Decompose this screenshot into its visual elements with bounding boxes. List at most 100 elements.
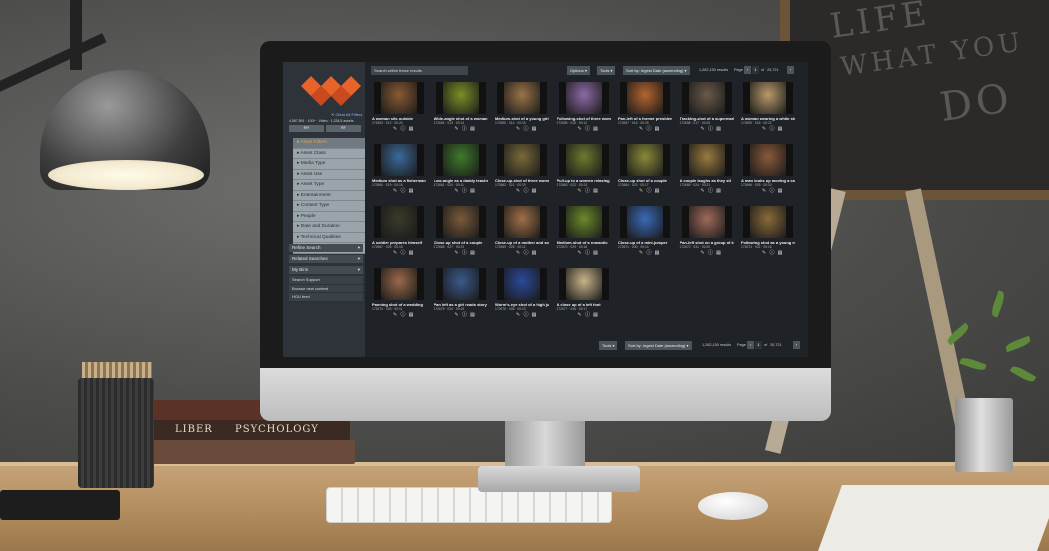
media-tile[interactable]: Medium-shot of a young girl 172655 · 014 … [495,82,549,134]
info-icon[interactable]: ⓘ [400,126,406,132]
media-tile[interactable]: Close-up of a mini-jumper 172671 · 030 · … [618,206,672,258]
film-icon[interactable]: ▤ [408,250,414,256]
info-icon[interactable]: ⓘ [769,188,775,194]
info-icon[interactable]: ⓘ [523,126,529,132]
video-thumbnail[interactable] [435,268,486,300]
search-input[interactable]: Search within these results [371,66,468,75]
film-icon[interactable]: ▤ [716,126,722,132]
info-icon[interactable]: ⓘ [646,126,652,132]
video-thumbnail[interactable] [497,206,547,238]
media-tile[interactable]: Close-up of a mother and son 172669 · 028… [495,206,549,258]
media-tile[interactable]: Pan left as a girl reads story 172675 · 0… [434,268,488,320]
video-thumbnail[interactable] [497,144,547,176]
my-bins-header[interactable]: My Bins ▾ [289,266,363,274]
options-dropdown[interactable]: Options ▾ [567,66,590,75]
filter-item[interactable]: Date and Duration [293,222,365,233]
prev-page-button-bottom[interactable]: ‹ [747,341,754,349]
filter-item[interactable]: Asset Type [293,180,365,191]
info-icon[interactable]: ⓘ [646,250,652,256]
video-thumbnail[interactable] [558,206,609,238]
film-icon[interactable]: ▤ [408,312,414,318]
tools-icon[interactable]: ✎ [515,126,521,132]
tools-icon[interactable]: ✎ [700,188,706,194]
video-thumbnail[interactable] [681,206,732,238]
media-tile[interactable]: Pull-up to a women relaxing 172663 · 022 … [557,144,611,196]
film-icon[interactable]: ▤ [470,126,476,132]
video-thumbnail[interactable] [681,144,732,176]
media-tile[interactable]: Following shot as a young man 172673 · 03… [741,206,795,258]
film-icon[interactable]: ▤ [593,312,599,318]
media-tile[interactable]: A couple laughs as they sit 172665 · 024 … [680,144,734,196]
info-icon[interactable]: ⓘ [462,188,468,194]
info-icon[interactable]: ⓘ [708,188,714,194]
media-tile[interactable]: Following-shot of three women 172656 · 01… [557,82,611,134]
info-icon[interactable]: ⓘ [400,188,406,194]
filter-item[interactable]: Technical Qualities [293,232,365,243]
film-icon[interactable]: ▤ [531,250,537,256]
media-tile[interactable]: A man looks up moving a cart 172666 · 025… [741,144,795,196]
tools-icon[interactable]: ✎ [761,126,767,132]
info-icon[interactable]: ⓘ [585,188,591,194]
toggle-rfi[interactable]: RFI [289,125,324,132]
video-thumbnail[interactable] [681,82,732,114]
video-thumbnail[interactable] [558,268,609,300]
film-icon[interactable]: ▤ [531,312,537,318]
info-icon[interactable]: ⓘ [462,250,468,256]
video-thumbnail[interactable] [743,144,793,176]
film-icon[interactable]: ▤ [408,188,414,194]
video-thumbnail[interactable] [743,82,793,114]
media-tile[interactable]: A close up of a left foot 172677 · 036 · … [557,268,611,320]
film-icon[interactable]: ▤ [777,188,783,194]
video-thumbnail[interactable] [497,268,547,300]
tools-dropdown[interactable]: Tools ▾ [597,66,616,75]
tools-icon[interactable]: ✎ [577,126,583,132]
video-thumbnail[interactable] [374,82,424,114]
clear-filters-link[interactable]: ✕ Clear All Filters [331,112,362,117]
video-thumbnail[interactable] [497,82,547,114]
tools-icon[interactable]: ✎ [392,250,398,256]
info-icon[interactable]: ⓘ [523,312,529,318]
page-number-input[interactable]: 1 [752,66,759,74]
tools-icon[interactable]: ✎ [392,126,398,132]
media-tile[interactable]: Panning shot of a wedding 172674 · 033 · … [372,268,426,320]
film-icon[interactable]: ▤ [777,250,783,256]
tools-icon[interactable]: ✎ [454,188,460,194]
toggle-rf[interactable]: RF [326,125,361,132]
tools-icon[interactable]: ✎ [454,250,460,256]
film-icon[interactable]: ▤ [716,250,722,256]
related-searches-header[interactable]: Related Searches ▾ [289,255,363,263]
film-icon[interactable]: ▤ [531,188,537,194]
media-tile[interactable]: A woman wearing a white shirt 172659 · 01… [741,82,795,134]
film-icon[interactable]: ▤ [593,126,599,132]
tools-icon[interactable]: ✎ [638,250,644,256]
next-page-button-bottom[interactable]: › [793,341,800,349]
filter-item[interactable]: Media Type [293,159,365,170]
media-tile[interactable]: Pan-left of a former president 172657 · 0… [618,82,672,134]
film-icon[interactable]: ▤ [408,126,414,132]
film-icon[interactable]: ▤ [470,250,476,256]
tools-icon[interactable]: ✎ [700,126,706,132]
film-icon[interactable]: ▤ [654,250,660,256]
media-tile[interactable]: Pan-left shot on a group of kids 172672 ·… [680,206,734,258]
tools-icon[interactable]: ✎ [761,188,767,194]
info-icon[interactable]: ⓘ [708,126,714,132]
film-icon[interactable]: ▤ [593,250,599,256]
tools-icon[interactable]: ✎ [454,312,460,318]
media-tile[interactable]: A soldier prepares himself 172667 · 026 ·… [372,206,426,258]
video-thumbnail[interactable] [435,144,486,176]
tools-icon[interactable]: ✎ [638,188,644,194]
video-thumbnail[interactable] [743,206,793,238]
video-thumbnail[interactable] [435,82,486,114]
tools-icon[interactable]: ✎ [700,250,706,256]
tools-icon[interactable]: ✎ [638,126,644,132]
filter-item[interactable]: People [293,211,365,222]
info-icon[interactable]: ⓘ [462,126,468,132]
tools-dropdown-bottom[interactable]: Tools ▾ [599,341,618,350]
media-tile[interactable]: Wide-angle shot of a woman 172654 · 013 ·… [434,82,488,134]
link-browse-new[interactable]: Browse new content [289,284,363,293]
film-icon[interactable]: ▤ [716,188,722,194]
video-thumbnail[interactable] [374,206,424,238]
video-thumbnail[interactable] [558,144,609,176]
tools-icon[interactable]: ✎ [454,126,460,132]
info-icon[interactable]: ⓘ [646,188,652,194]
